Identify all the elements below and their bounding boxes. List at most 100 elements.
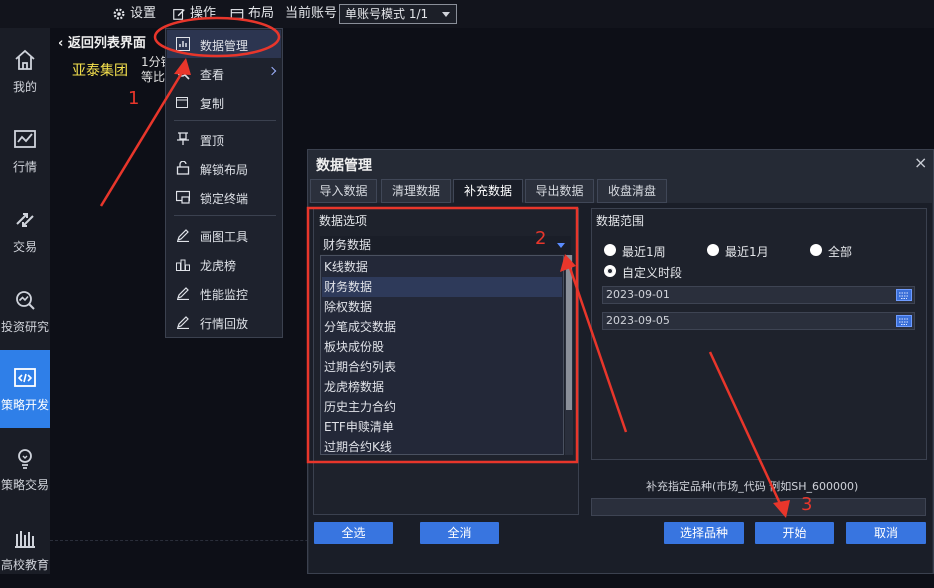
tab-clean[interactable]: 清理数据 [381,179,451,203]
menu-item-data-management[interactable]: 数据管理 [167,30,281,58]
bar-chart-icon [176,37,190,51]
lock-icon [176,190,190,204]
dropdown-option[interactable]: 除权数据 [322,297,562,317]
sidebar-item-trade[interactable]: 交易 [0,192,50,270]
tab-close-clear[interactable]: 收盘清盘 [597,179,667,203]
account-mode-select[interactable]: 单账号模式 1/1 [339,4,457,24]
sidebar-item-strategy-trade[interactable]: 策略交易 [0,430,50,508]
back-to-list-link[interactable]: ‹ 返回列表界面 [58,32,146,51]
sidebar-item-market[interactable]: 行情 [0,112,50,190]
annotation-step-1: 1 [128,88,140,109]
menu-item-lock-terminal[interactable]: 锁定终端 [167,183,281,211]
radio-label: 最近1月 [725,245,769,259]
sidebar-item-label: 行情 [12,159,37,174]
sidebar-item-label: 交易 [12,239,37,254]
data-range-title: 数据范围 [596,214,645,228]
menu-item-label: 解锁布局 [200,163,249,177]
tab-export[interactable]: 导出数据 [525,179,594,203]
dropdown-option[interactable]: 过期合约列表 [322,357,562,377]
specific-symbol-input[interactable] [591,498,926,516]
search-icon [177,67,190,80]
dropdown-option[interactable]: 财务数据 [322,277,562,297]
settings-label: 设置 [130,6,157,21]
radio-label: 自定义时段 [622,266,683,280]
radio-custom-period[interactable] [604,265,616,277]
sidebar-item-label: 投资研究 [0,319,49,334]
radio-last-month[interactable] [707,244,719,256]
company-name: 亚泰集团 [72,63,128,79]
end-date-field[interactable]: 2023-09-05 [602,312,915,330]
chevron-down-icon [442,12,450,17]
dropdown-option[interactable]: 分笔成交数据 [322,317,562,337]
menu-item-label: 性能监控 [200,288,249,302]
replay-icon [177,316,189,329]
sidebar-item-label: 策略交易 [0,477,49,492]
trade-icon [16,212,34,227]
dropdown-option[interactable]: 板块成份股 [322,337,562,357]
pin-icon [177,132,189,145]
tab-import[interactable]: 导入数据 [310,179,377,203]
context-menu: 数据管理 查看 复制 置顶 解锁布局 锁定终端 画图工具 龙虎榜 性能监控 行情… [165,28,283,338]
start-date-value: 2023-09-01 [606,288,670,301]
pencil-icon [177,229,189,242]
data-option-dropdown: K线数据 财务数据 除权数据 分笔成交数据 板块成份股 过期合约列表 龙虎榜数据… [320,255,564,455]
dropdown-option[interactable]: 龙虎榜数据 [322,377,562,397]
choose-symbol-button[interactable]: 选择品种 [664,522,744,544]
dropdown-option[interactable]: ETF申赎清单 [322,417,562,437]
layout-button[interactable]: 布局 [230,4,274,24]
sidebar-item-label: 我的 [12,79,37,94]
menu-item-drawing-tools[interactable]: 画图工具 [167,221,281,249]
dialog-title: 数据管理 [316,158,372,174]
sidebar-item-mine[interactable]: 我的 [0,32,50,110]
dropdown-option[interactable]: 历史主力合约 [322,397,562,417]
bulb-icon [18,448,32,469]
menu-item-market-replay[interactable]: 行情回放 [167,308,281,336]
dropdown-scrollbar-thumb[interactable] [566,255,572,410]
menu-item-unlock-layout[interactable]: 解锁布局 [167,154,281,182]
menu-item-pin[interactable]: 置顶 [167,125,281,153]
ranking-icon [176,259,190,271]
keyboard-icon[interactable] [896,289,912,301]
menu-item-label: 查看 [200,68,225,82]
menu-item-copy[interactable]: 复制 [167,88,281,116]
data-option-value: 财务数据 [323,238,372,252]
menu-item-performance-monitor[interactable]: 性能监控 [167,279,281,307]
radio-label: 全部 [828,245,853,259]
clear-all-button[interactable]: 全消 [420,522,499,544]
menu-item-dragon-tiger[interactable]: 龙虎榜 [167,250,281,278]
sidebar-item-label: 高校教育 [0,557,49,572]
radio-label: 最近1周 [622,245,666,259]
operate-label: 操作 [190,6,217,21]
menu-item-label: 锁定终端 [200,192,249,206]
sidebar-item-strategy-dev[interactable]: 策略开发 [0,350,50,428]
menu-item-view[interactable]: 查看 [167,59,281,87]
tab-supplement[interactable]: 补充数据 [453,179,523,203]
menu-item-label: 龙虎榜 [200,259,237,273]
data-option-select[interactable]: 财务数据 [320,236,571,254]
operate-button[interactable]: 操作 [172,4,216,24]
start-date-field[interactable]: 2023-09-01 [602,286,915,304]
home-icon [15,49,35,70]
menu-item-label: 复制 [200,97,225,111]
chevron-right-icon [267,66,277,76]
gear-icon [113,8,125,20]
back-label: 返回列表界面 [67,36,146,51]
sidebar-item-education[interactable]: 高校教育 [0,510,50,588]
chevron-down-icon [557,243,565,248]
keyboard-icon[interactable] [896,315,912,327]
close-icon[interactable]: × [914,153,927,172]
end-date-value: 2023-09-05 [606,314,670,327]
select-all-button[interactable]: 全选 [314,522,393,544]
cancel-button[interactable]: 取消 [846,522,926,544]
dropdown-option[interactable]: K线数据 [322,257,562,277]
layout-label: 布局 [248,6,275,21]
start-button[interactable]: 开始 [755,522,834,544]
edit-icon [173,9,185,20]
dropdown-option[interactable]: 过期合约K线 [322,437,562,457]
radio-last-week[interactable] [604,244,616,256]
menu-item-label: 行情回放 [200,317,249,331]
settings-button[interactable]: 设置 [112,4,156,24]
radio-all[interactable] [810,244,822,256]
sidebar-item-research[interactable]: 投资研究 [0,272,50,350]
sidebar: 我的 行情 交易 投资研究 策略开发 策略交易 高校教育 [0,28,50,574]
